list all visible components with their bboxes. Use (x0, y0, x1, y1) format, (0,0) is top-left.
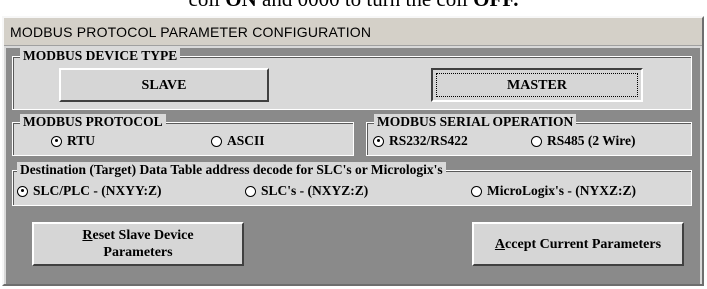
radio-rs232[interactable]: RS232/RS422 (373, 133, 468, 149)
radio-micrologix[interactable]: MicroLogix's - (NYXZ:Z) (471, 183, 636, 199)
radio-rtu-label: RTU (67, 133, 96, 148)
reset-button-line2: Parameters (103, 245, 173, 260)
radio-rtu[interactable]: RTU (51, 133, 95, 149)
radio-ascii-indicator[interactable] (211, 135, 222, 147)
slave-button-label: SLAVE (141, 77, 187, 93)
master-focus-rect (436, 73, 638, 97)
radio-slcs-label: SLC's - (NXYZ:Z) (261, 183, 369, 198)
address-decode-label: Destination (Target) Data Table address … (17, 162, 446, 177)
device-type-group: MODBUS DEVICE TYPE SLAVE MASTER (12, 48, 692, 110)
config-panel: MODBUS DEVICE TYPE SLAVE MASTER MODBUS P… (6, 48, 700, 284)
caption-text-2: and 0000 to turn the coil (257, 0, 473, 11)
radio-micrologix-label: MicroLogix's - (NYXZ:Z) (487, 183, 636, 198)
radio-ascii[interactable]: ASCII (211, 133, 265, 149)
reset-button-line1: Reset Slave Device (82, 228, 194, 243)
radio-rtu-indicator[interactable] (51, 135, 62, 147)
accept-button-label: Accept Current Parameters (494, 236, 662, 252)
address-decode-group: Destination (Target) Data Table address … (12, 162, 692, 206)
radio-slcs[interactable]: SLC's - (NXYZ:Z) (245, 183, 368, 199)
device-type-label: MODBUS DEVICE TYPE (20, 48, 181, 63)
window-title: MODBUS PROTOCOL PARAMETER CONFIGURATION (4, 18, 702, 46)
caption-on: ON (225, 0, 257, 11)
radio-slc-plc-label: SLC/PLC - (NXYY:Z) (33, 183, 162, 198)
radio-slcs-indicator[interactable] (245, 185, 256, 197)
radio-slc-plc[interactable]: SLC/PLC - (NXYY:Z) (17, 183, 162, 199)
radio-ascii-label: ASCII (227, 133, 265, 148)
caption-text-1: coil (189, 0, 226, 11)
protocol-group: MODBUS PROTOCOL RTU ASCII (12, 114, 354, 156)
serial-operation-group: MODBUS SERIAL OPERATION RS232/RS422 RS48… (366, 114, 692, 156)
radio-rs485-indicator[interactable] (531, 135, 542, 147)
caption-off: OFF. (473, 0, 518, 11)
radio-rs232-indicator[interactable] (373, 135, 384, 147)
radio-micrologix-indicator[interactable] (471, 185, 482, 197)
radio-slc-plc-indicator[interactable] (17, 185, 28, 197)
radio-rs232-label: RS232/RS422 (389, 133, 468, 148)
accept-current-parameters-button[interactable]: Accept Current Parameters (472, 222, 684, 266)
protocol-label: MODBUS PROTOCOL (20, 114, 166, 129)
modbus-config-window: MODBUS PROTOCOL PARAMETER CONFIGURATION … (2, 16, 704, 286)
document-caption: coil ON and 0000 to turn the coil OFF. (0, 0, 707, 12)
master-button[interactable]: MASTER (431, 68, 643, 102)
radio-rs485-label: RS485 (2 Wire) (547, 133, 636, 148)
reset-slave-parameters-button[interactable]: Reset Slave Device Parameters (32, 222, 244, 266)
slave-button[interactable]: SLAVE (59, 68, 269, 102)
radio-rs485[interactable]: RS485 (2 Wire) (531, 133, 636, 149)
serial-operation-label: MODBUS SERIAL OPERATION (374, 114, 577, 129)
